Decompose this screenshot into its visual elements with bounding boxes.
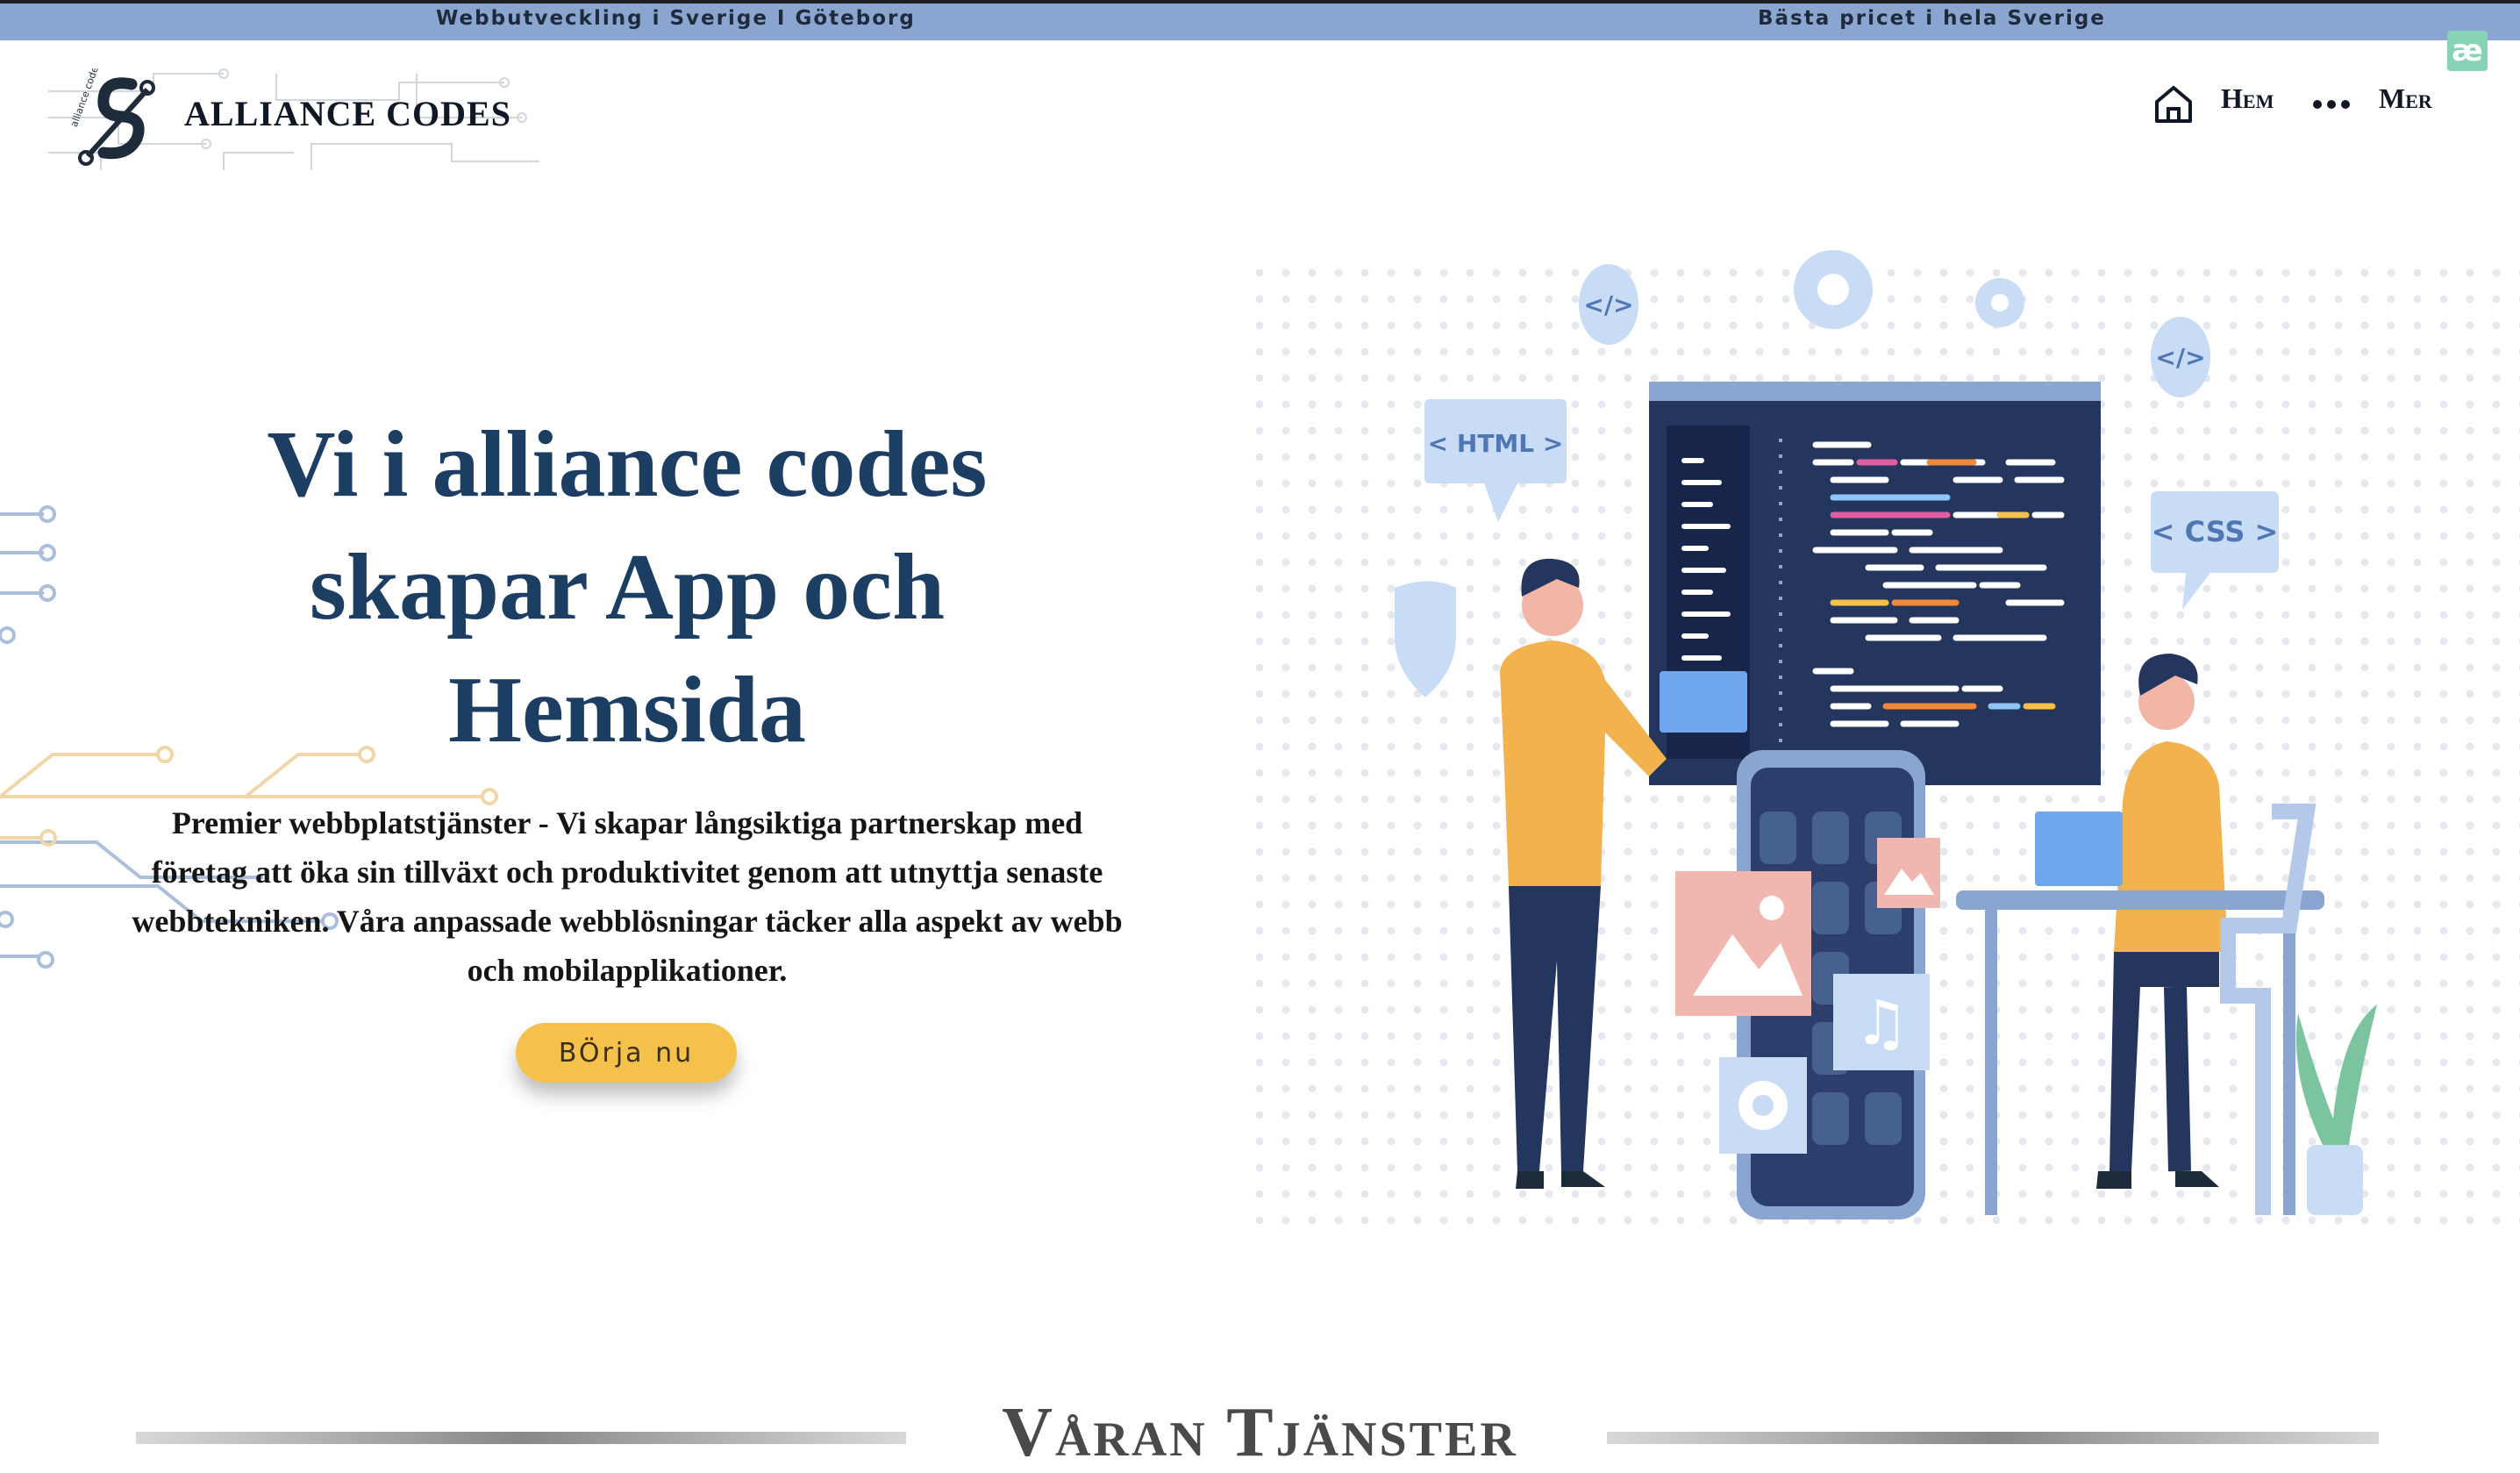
topbar-price-text: Bästa pricet i hela Sverige bbox=[1758, 7, 2106, 30]
nav-home-link[interactable]: Hem bbox=[2221, 82, 2274, 115]
hero-illustration: < HTML > < CSS > </> </> ♫ bbox=[1254, 250, 2520, 1237]
image-card-small bbox=[1877, 838, 1940, 908]
top-announcement-bar: Webbutveckling i Sverige I Göteborg Bäst… bbox=[0, 0, 2520, 40]
brand-name[interactable]: ALLIANCE CODES bbox=[184, 93, 511, 134]
svg-text:</>: </> bbox=[2155, 343, 2205, 372]
hero-title: Vi i alliance codes skapar App och Hemsi… bbox=[267, 412, 988, 762]
services-title: Våran Tjänster bbox=[1002, 1394, 1518, 1471]
topbar-location-text: Webbutveckling i Sverige I Göteborg bbox=[436, 7, 916, 30]
alliance-codes-logo-icon[interactable]: alliance codes bbox=[70, 68, 167, 172]
hero-subtitle: Premier webbplatstjänster - Vi skapar lå… bbox=[132, 805, 1123, 988]
svg-text:♫: ♫ bbox=[1854, 987, 1910, 1059]
svg-text:< HTML >: < HTML > bbox=[1428, 429, 1564, 458]
ae-badge-icon[interactable]: æ bbox=[2447, 31, 2488, 71]
nav-more-link[interactable]: Mer bbox=[2379, 82, 2432, 115]
svg-text:< CSS >: < CSS > bbox=[2152, 515, 2279, 548]
start-now-button[interactable]: BÖrja nu bbox=[516, 1023, 737, 1083]
home-icon[interactable] bbox=[2153, 84, 2194, 125]
svg-text:</>: </> bbox=[1583, 290, 1633, 319]
logo-ring-text: alliance codes bbox=[70, 68, 103, 129]
more-dots-icon[interactable] bbox=[2312, 98, 2351, 111]
